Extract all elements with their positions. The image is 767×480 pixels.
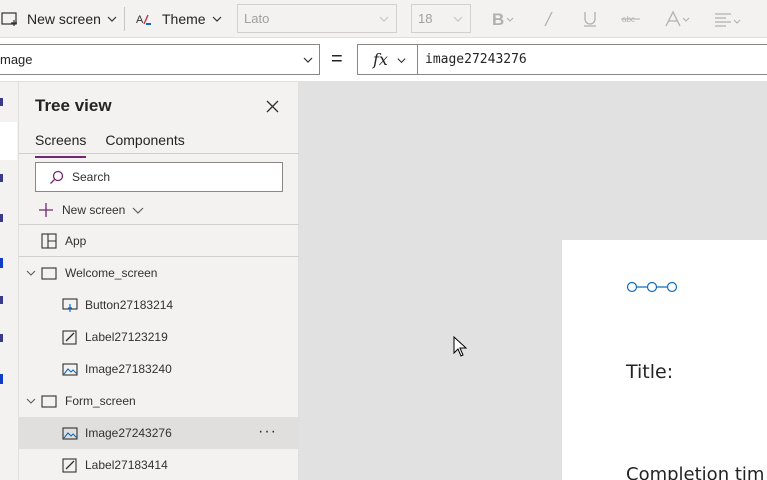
- toolbar-separator: [124, 7, 125, 31]
- font-color-icon: [665, 10, 690, 27]
- screen-icon: [41, 267, 57, 280]
- rail-icon[interactable]: [0, 98, 3, 106]
- label-icon: [62, 330, 77, 345]
- tree-node-app[interactable]: App: [19, 225, 299, 257]
- plus-icon: [39, 203, 53, 217]
- underline-button[interactable]: [582, 0, 598, 38]
- italic-button[interactable]: [541, 0, 555, 38]
- tree-node-label-control[interactable]: Label27183414: [19, 449, 299, 480]
- font-size-value: 18: [418, 11, 433, 26]
- strikethrough-button[interactable]: abc: [621, 0, 641, 38]
- tree-node-label: Button27183214: [85, 298, 174, 312]
- chevron-down-icon: [397, 58, 406, 64]
- search-input[interactable]: Search: [35, 162, 283, 192]
- left-rail: [0, 82, 19, 480]
- tree-new-screen-label: New screen: [62, 203, 126, 217]
- tree-view-panel: Tree view Screens Components Search New …: [19, 82, 299, 480]
- chevron-down-icon: [212, 16, 222, 22]
- tree-node-button[interactable]: Button27183214: [19, 289, 299, 321]
- mouse-cursor-icon: [453, 336, 467, 357]
- app-icon: [41, 233, 57, 249]
- chevron-down-icon: [453, 16, 463, 22]
- chevron-down-icon[interactable]: [26, 268, 36, 278]
- rail-icon[interactable]: [0, 258, 3, 268]
- tree-node-label-control[interactable]: Label27123219: [19, 321, 299, 353]
- rail-icon[interactable]: [0, 214, 3, 222]
- rail-icon[interactable]: [0, 374, 3, 384]
- image-icon: [62, 363, 78, 376]
- equals-sign: =: [331, 48, 343, 70]
- tree-view-tabs: Screens Components: [35, 132, 185, 158]
- font-family-value: Lato: [244, 11, 270, 26]
- theme-icon: A: [136, 14, 151, 26]
- chevron-down-icon: [107, 16, 117, 22]
- font-size-dropdown[interactable]: 18: [411, 4, 471, 33]
- toolbar: New screen A Theme Lato 18 B abc: [0, 0, 767, 38]
- italic-icon: [544, 11, 553, 27]
- property-value: mage: [0, 52, 33, 67]
- button-icon: [62, 298, 78, 312]
- tree-node-label: Label27123219: [85, 330, 168, 344]
- bold-icon: B: [492, 10, 514, 28]
- tree-node-image[interactable]: Image27183240: [19, 353, 299, 385]
- chevron-down-icon: [379, 16, 389, 22]
- tree-node-label: App: [65, 234, 87, 248]
- power-apps-studio: New screen A Theme Lato 18 B abc mage = …: [0, 0, 767, 480]
- rail-icon[interactable]: [0, 334, 3, 342]
- more-options-icon[interactable]: ···: [258, 423, 277, 441]
- tab-screens[interactable]: Screens: [35, 132, 87, 158]
- formula-bar: mage = fx image27243276: [0, 38, 767, 82]
- theme-button[interactable]: A Theme: [136, 0, 223, 38]
- chevron-down-icon: [303, 57, 313, 63]
- canvas-completion-label[interactable]: Completion tim: [626, 464, 764, 480]
- search-placeholder: Search: [72, 170, 111, 184]
- chevron-down-icon: [132, 207, 144, 214]
- bold-button[interactable]: B: [492, 0, 518, 38]
- text-align-icon: [715, 13, 741, 27]
- tree-node-label: Label27183414: [85, 458, 168, 472]
- image-icon: [62, 427, 78, 440]
- label-icon: [62, 458, 77, 473]
- search-icon: [50, 170, 64, 184]
- close-icon[interactable]: [265, 99, 280, 114]
- strikethrough-icon: abc: [621, 15, 640, 24]
- canvas-title-label[interactable]: Title:: [626, 361, 673, 383]
- tree-node-screen[interactable]: Form_screen: [19, 385, 299, 417]
- new-screen-icon: [1, 12, 17, 26]
- progress-steps-icon: [626, 281, 678, 293]
- chevron-down-icon[interactable]: [26, 396, 36, 406]
- new-screen-toolbar-button[interactable]: New screen: [0, 0, 118, 38]
- tree-node-screen[interactable]: Welcome_screen: [19, 257, 299, 289]
- svg-text:A: A: [136, 14, 144, 26]
- tree-node-label: Image27183240: [85, 362, 172, 376]
- rail-tree-view-tab[interactable]: [0, 122, 17, 160]
- tree-node-image-selected[interactable]: Image27243276 ···: [19, 417, 299, 449]
- font-family-dropdown[interactable]: Lato: [237, 4, 397, 33]
- property-dropdown[interactable]: mage: [0, 44, 320, 75]
- fx-label: fx: [373, 50, 388, 69]
- text-align-button[interactable]: [714, 0, 744, 38]
- app-screen-canvas[interactable]: [562, 240, 767, 480]
- font-color-button[interactable]: [664, 0, 694, 38]
- tree-node-label: Form_screen: [65, 394, 136, 408]
- svg-text:B: B: [492, 10, 504, 28]
- rail-icon[interactable]: [0, 296, 3, 304]
- screen-icon: [41, 395, 57, 408]
- formula-input[interactable]: image27243276: [417, 44, 767, 75]
- formula-text: image27243276: [425, 52, 527, 67]
- tree-new-screen-button[interactable]: New screen: [38, 200, 144, 220]
- underline-icon: [584, 12, 596, 27]
- tree-view-title: Tree view: [35, 96, 112, 115]
- tab-divider: [19, 153, 299, 154]
- tree-node-label: Image27243276: [85, 426, 172, 440]
- theme-label: Theme: [162, 11, 206, 27]
- fx-button[interactable]: fx: [357, 44, 418, 75]
- tab-components[interactable]: Components: [105, 132, 184, 154]
- tree-node-label: Welcome_screen: [65, 266, 158, 280]
- new-screen-toolbar-label: New screen: [27, 11, 101, 27]
- rail-icon[interactable]: [0, 174, 3, 182]
